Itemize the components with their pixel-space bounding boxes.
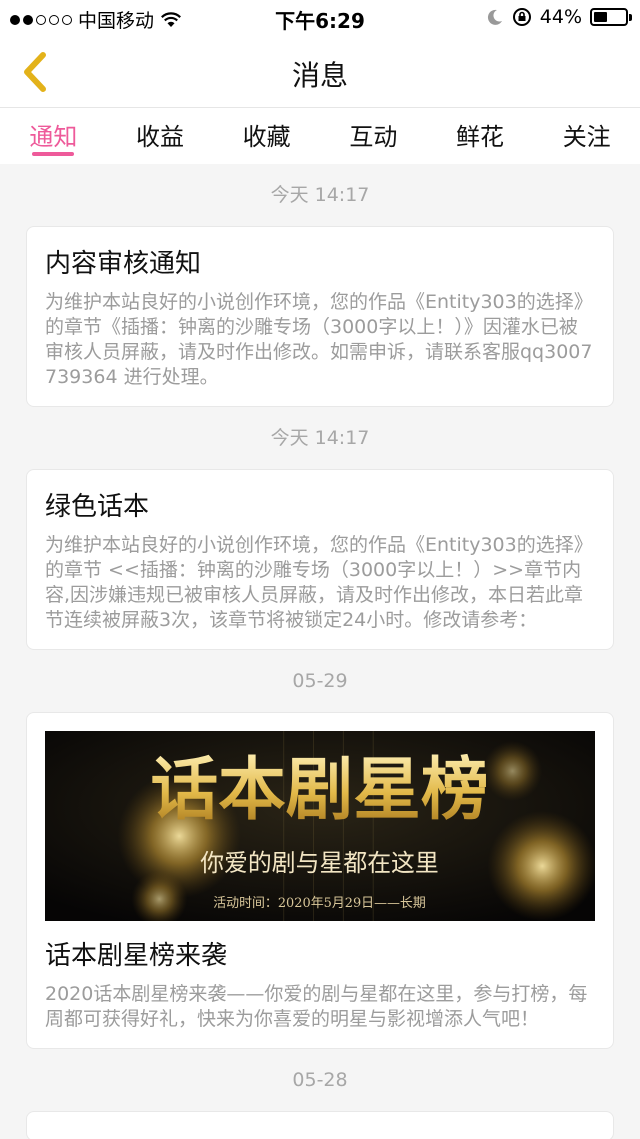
message-body: 为维护本站良好的小说创作环境，您的作品《Entity303的选择》的章节《插播：… bbox=[45, 291, 593, 388]
message-tabs: 通知 收益 收藏 互动 鲜花 关注 bbox=[0, 108, 640, 164]
tab-4[interactable]: 鲜花 bbox=[427, 108, 534, 164]
promo-banner[interactable]: 话本剧星榜你爱的剧与星都在这里活动时间：2020年5月29日——长期 bbox=[45, 731, 595, 921]
tab-label: 鲜花 bbox=[456, 123, 505, 151]
message-list[interactable]: 今天 14:17 内容审核通知 为维护本站良好的小说创作环境，您的作品《Enti… bbox=[0, 164, 640, 1139]
tab-1[interactable]: 收益 bbox=[107, 108, 214, 164]
battery-icon bbox=[590, 8, 632, 26]
tab-label: 通知 bbox=[29, 123, 78, 151]
banner-date-note: 活动时间：2020年5月29日——长期 bbox=[213, 896, 426, 911]
message-title: 绿色话本 bbox=[45, 492, 150, 522]
tab-2[interactable]: 收藏 bbox=[213, 108, 320, 164]
message-card[interactable]: 内容审核通知 为维护本站良好的小说创作环境，您的作品《Entity303的选择》… bbox=[26, 226, 614, 407]
tab-3[interactable]: 互动 bbox=[320, 108, 427, 164]
rotation-lock-icon bbox=[512, 8, 531, 26]
date-separator: 05-28 bbox=[292, 1069, 348, 1091]
message-body: 为维护本站良好的小说创作环境，您的作品《Entity303的选择》的章节 <<插… bbox=[45, 534, 593, 631]
tab-5[interactable]: 关注 bbox=[533, 108, 640, 164]
message-title: 内容审核通知 bbox=[45, 249, 202, 279]
status-bar: 中国移动 下午6:29 44% bbox=[0, 0, 640, 34]
date-separator: 今天 14:17 bbox=[270, 427, 370, 449]
fireworks-banner-image: 话本剧星榜你爱的剧与星都在这里活动时间：2020年5月29日——长期 bbox=[45, 731, 595, 921]
banner-headline: 话本剧星榜 bbox=[150, 749, 488, 829]
message-card[interactable]: 话本剧星榜你爱的剧与星都在这里活动时间：2020年5月29日——长期 话本剧星榜… bbox=[26, 712, 614, 1049]
message-card[interactable] bbox=[26, 1111, 614, 1139]
page-title: 消息 bbox=[291, 59, 348, 92]
tab-label: 互动 bbox=[349, 123, 398, 151]
banner-subtitle: 你爱的剧与星都在这里 bbox=[200, 849, 439, 877]
tab-label: 关注 bbox=[562, 123, 611, 151]
active-tab-indicator bbox=[32, 152, 75, 156]
date-separator: 05-29 bbox=[292, 670, 348, 692]
navigation-bar: 消息 bbox=[0, 34, 640, 108]
tab-label: 收藏 bbox=[242, 123, 291, 151]
moon-icon bbox=[487, 9, 502, 25]
tab-0[interactable]: 通知 bbox=[0, 108, 107, 164]
message-card[interactable]: 绿色话本 为维护本站良好的小说创作环境，您的作品《Entity303的选择》的章… bbox=[26, 469, 614, 650]
tab-label: 收益 bbox=[136, 123, 184, 151]
message-body: 2020话本剧星榜来袭——你爱的剧与星都在这里，参与打榜，每周都可获得好礼，快来… bbox=[45, 983, 588, 1030]
message-title: 话本剧星榜来袭 bbox=[45, 941, 228, 971]
date-separator: 今天 14:17 bbox=[270, 184, 370, 206]
battery-percentage: 44% bbox=[539, 6, 582, 28]
